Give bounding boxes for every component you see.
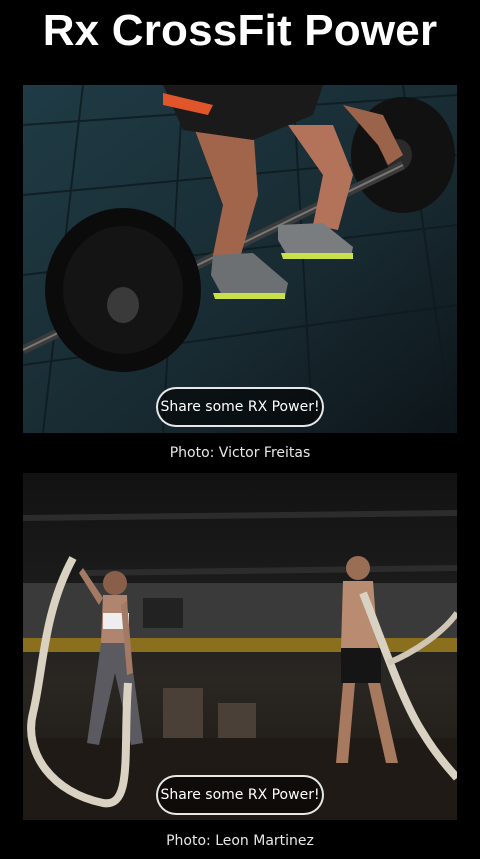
barbell-photo	[23, 85, 457, 433]
photo-credit-1: Photo: Victor Freitas	[169, 445, 311, 461]
photo-credit-2: Photo: Leon Martinez	[166, 833, 314, 849]
page-title: Rx CrossFit Power	[42, 6, 438, 55]
share-button-2[interactable]: Share some RX Power!	[156, 775, 324, 815]
battle-ropes-photo	[23, 473, 457, 820]
photo-card-1: Share some RX Power!	[23, 85, 457, 433]
photo-card-2: Share some RX Power!	[23, 473, 457, 820]
share-button-1[interactable]: Share some RX Power!	[156, 387, 324, 427]
